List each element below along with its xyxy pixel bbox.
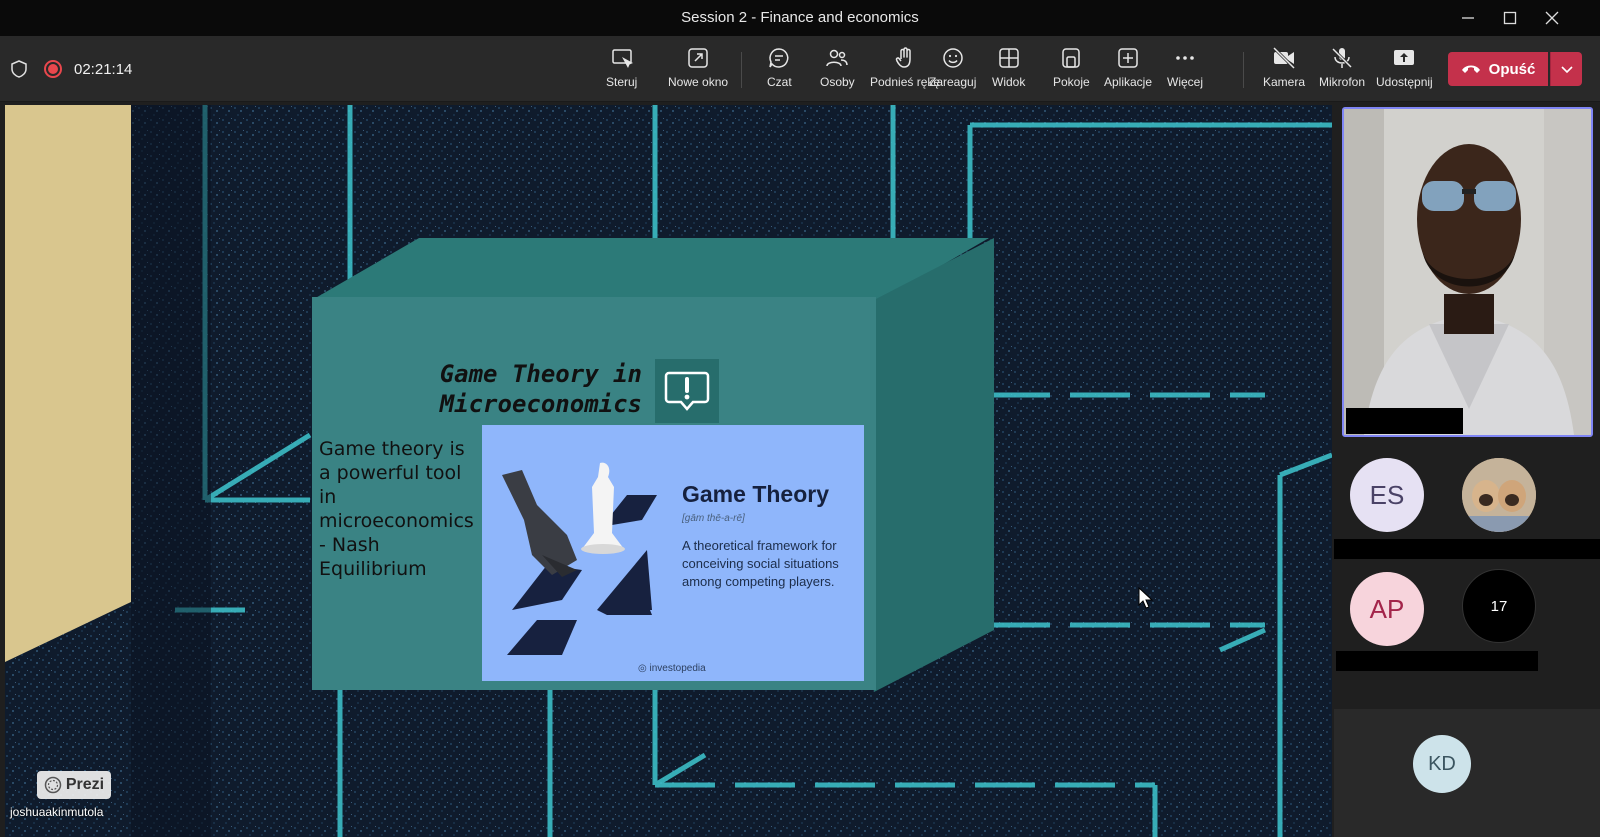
window-title: Session 2 - Finance and economics	[681, 9, 919, 26]
recording-icon	[44, 60, 62, 78]
rooms-icon	[1062, 48, 1081, 68]
speaker-video-tile[interactable]	[1342, 107, 1593, 437]
close-icon[interactable]	[1534, 6, 1570, 30]
chevron-down-icon	[1560, 66, 1573, 74]
leave-button[interactable]: Opuść	[1448, 52, 1548, 86]
slide-panel: Game Theory in Microeconomics Game theor…	[312, 297, 876, 690]
box-side-face	[874, 238, 994, 692]
camera-button[interactable]: Kamera	[1263, 46, 1305, 96]
chess-illustration-icon	[502, 462, 657, 655]
people-icon	[826, 49, 849, 67]
video-name-bar	[1346, 408, 1463, 434]
participant-tile-kd[interactable]: KD	[1334, 709, 1600, 837]
more-label: Więcej	[1167, 75, 1204, 89]
name-bar-redacted	[1334, 539, 1600, 559]
more-participants-count: 17	[1490, 597, 1508, 615]
react-icon	[942, 48, 963, 68]
slide-body-text: Game theory is a powerful tool in microe…	[319, 438, 474, 580]
share-label: Udostępnij	[1376, 75, 1433, 89]
card-title: Game Theory	[682, 481, 829, 507]
view-icon	[998, 48, 1019, 68]
people-label: Osoby	[820, 75, 855, 89]
participants-panel: ES AP 17 KD	[1334, 102, 1600, 837]
rooms-label: Pokoje	[1053, 75, 1090, 89]
meeting-toolbar: 02:21:14 Steruj Nowe okno Czat Osoby Pod…	[0, 36, 1600, 102]
view-button[interactable]: Widok	[992, 46, 1025, 96]
avatar-initials: KD	[1428, 752, 1456, 775]
camera-off-icon	[1272, 46, 1296, 70]
more-icon	[1176, 56, 1194, 60]
leave-label: Opuść	[1488, 60, 1536, 78]
mouse-cursor-icon	[1138, 587, 1154, 609]
card-phonetic: [gām thē-a-rē]	[682, 513, 745, 524]
avatar-initials: ES	[1369, 479, 1405, 510]
card-description: A theoretical framework for conceiving s…	[682, 538, 839, 589]
chat-label: Czat	[767, 75, 792, 89]
avatar-initials: AP	[1369, 593, 1405, 624]
apps-button[interactable]: Aplikacje	[1104, 46, 1152, 96]
control-icon	[611, 49, 633, 68]
participant-avatar-photo[interactable]	[1462, 458, 1536, 532]
microphone-label: Mikrofon	[1319, 75, 1366, 89]
card-source-label: investopedia	[649, 663, 706, 674]
participant-video	[1344, 109, 1591, 435]
meeting-timer: 02:21:14	[74, 61, 133, 78]
maximize-icon[interactable]	[1492, 6, 1528, 30]
prezi-badge[interactable]: Prezi	[37, 771, 111, 799]
toolbar-divider	[1243, 52, 1244, 88]
people-button[interactable]: Osoby	[820, 46, 855, 96]
alert-icon	[655, 359, 719, 423]
game-theory-card: Game Theory [gām thē-a-rē] A theoretical…	[482, 425, 864, 681]
participant-avatar-ap[interactable]: AP	[1350, 572, 1424, 646]
dog-photo	[1462, 458, 1536, 532]
participant-avatar-kd: KD	[1413, 735, 1471, 793]
apps-label: Aplikacje	[1104, 75, 1153, 89]
new-window-button[interactable]: Nowe okno	[668, 46, 728, 96]
prezi-label: Prezi	[65, 776, 105, 793]
title-bar: Session 2 - Finance and economics	[0, 0, 1600, 36]
card-source: ◎ investopedia	[638, 663, 706, 674]
apps-icon	[1118, 48, 1138, 68]
leave-options-button[interactable]	[1550, 52, 1582, 86]
react-button[interactable]: Zareaguj	[929, 46, 976, 96]
chat-icon	[769, 48, 789, 68]
microphone-button[interactable]: Mikrofon	[1319, 46, 1365, 96]
react-label: Zareaguj	[929, 75, 977, 89]
presenter-name: joshuaakinmutola	[10, 805, 104, 819]
source-logo-icon: ◎	[638, 663, 647, 674]
more-participants-counter[interactable]: 17	[1462, 569, 1536, 643]
new-window-label: Nowe okno	[668, 75, 729, 89]
control-button[interactable]: Steruj	[606, 46, 637, 96]
share-button[interactable]: Udostępnij	[1376, 46, 1433, 96]
rooms-button[interactable]: Pokoje	[1053, 46, 1090, 96]
slide-title: Game Theory in Microeconomics	[439, 360, 642, 418]
name-bar-redacted	[1336, 651, 1538, 671]
new-window-icon	[688, 48, 708, 68]
shared-screen: Game Theory in Microeconomics Game theor…	[5, 105, 1332, 837]
mic-off-icon	[1331, 47, 1353, 69]
hang-up-icon	[1461, 65, 1480, 73]
share-icon	[1394, 50, 1415, 65]
more-button[interactable]: Więcej	[1167, 46, 1203, 96]
raise-hand-icon	[895, 47, 911, 68]
minimize-icon[interactable]	[1450, 6, 1486, 30]
participant-avatar-es[interactable]: ES	[1350, 458, 1424, 532]
control-label: Steruj	[606, 75, 638, 89]
shield-icon[interactable]	[11, 60, 27, 78]
box-top-face	[312, 238, 989, 300]
prezi-logo-icon	[44, 776, 62, 794]
chat-button[interactable]: Czat	[767, 46, 792, 96]
view-label: Widok	[992, 75, 1026, 89]
camera-label: Kamera	[1263, 75, 1306, 89]
toolbar-divider	[741, 52, 742, 88]
